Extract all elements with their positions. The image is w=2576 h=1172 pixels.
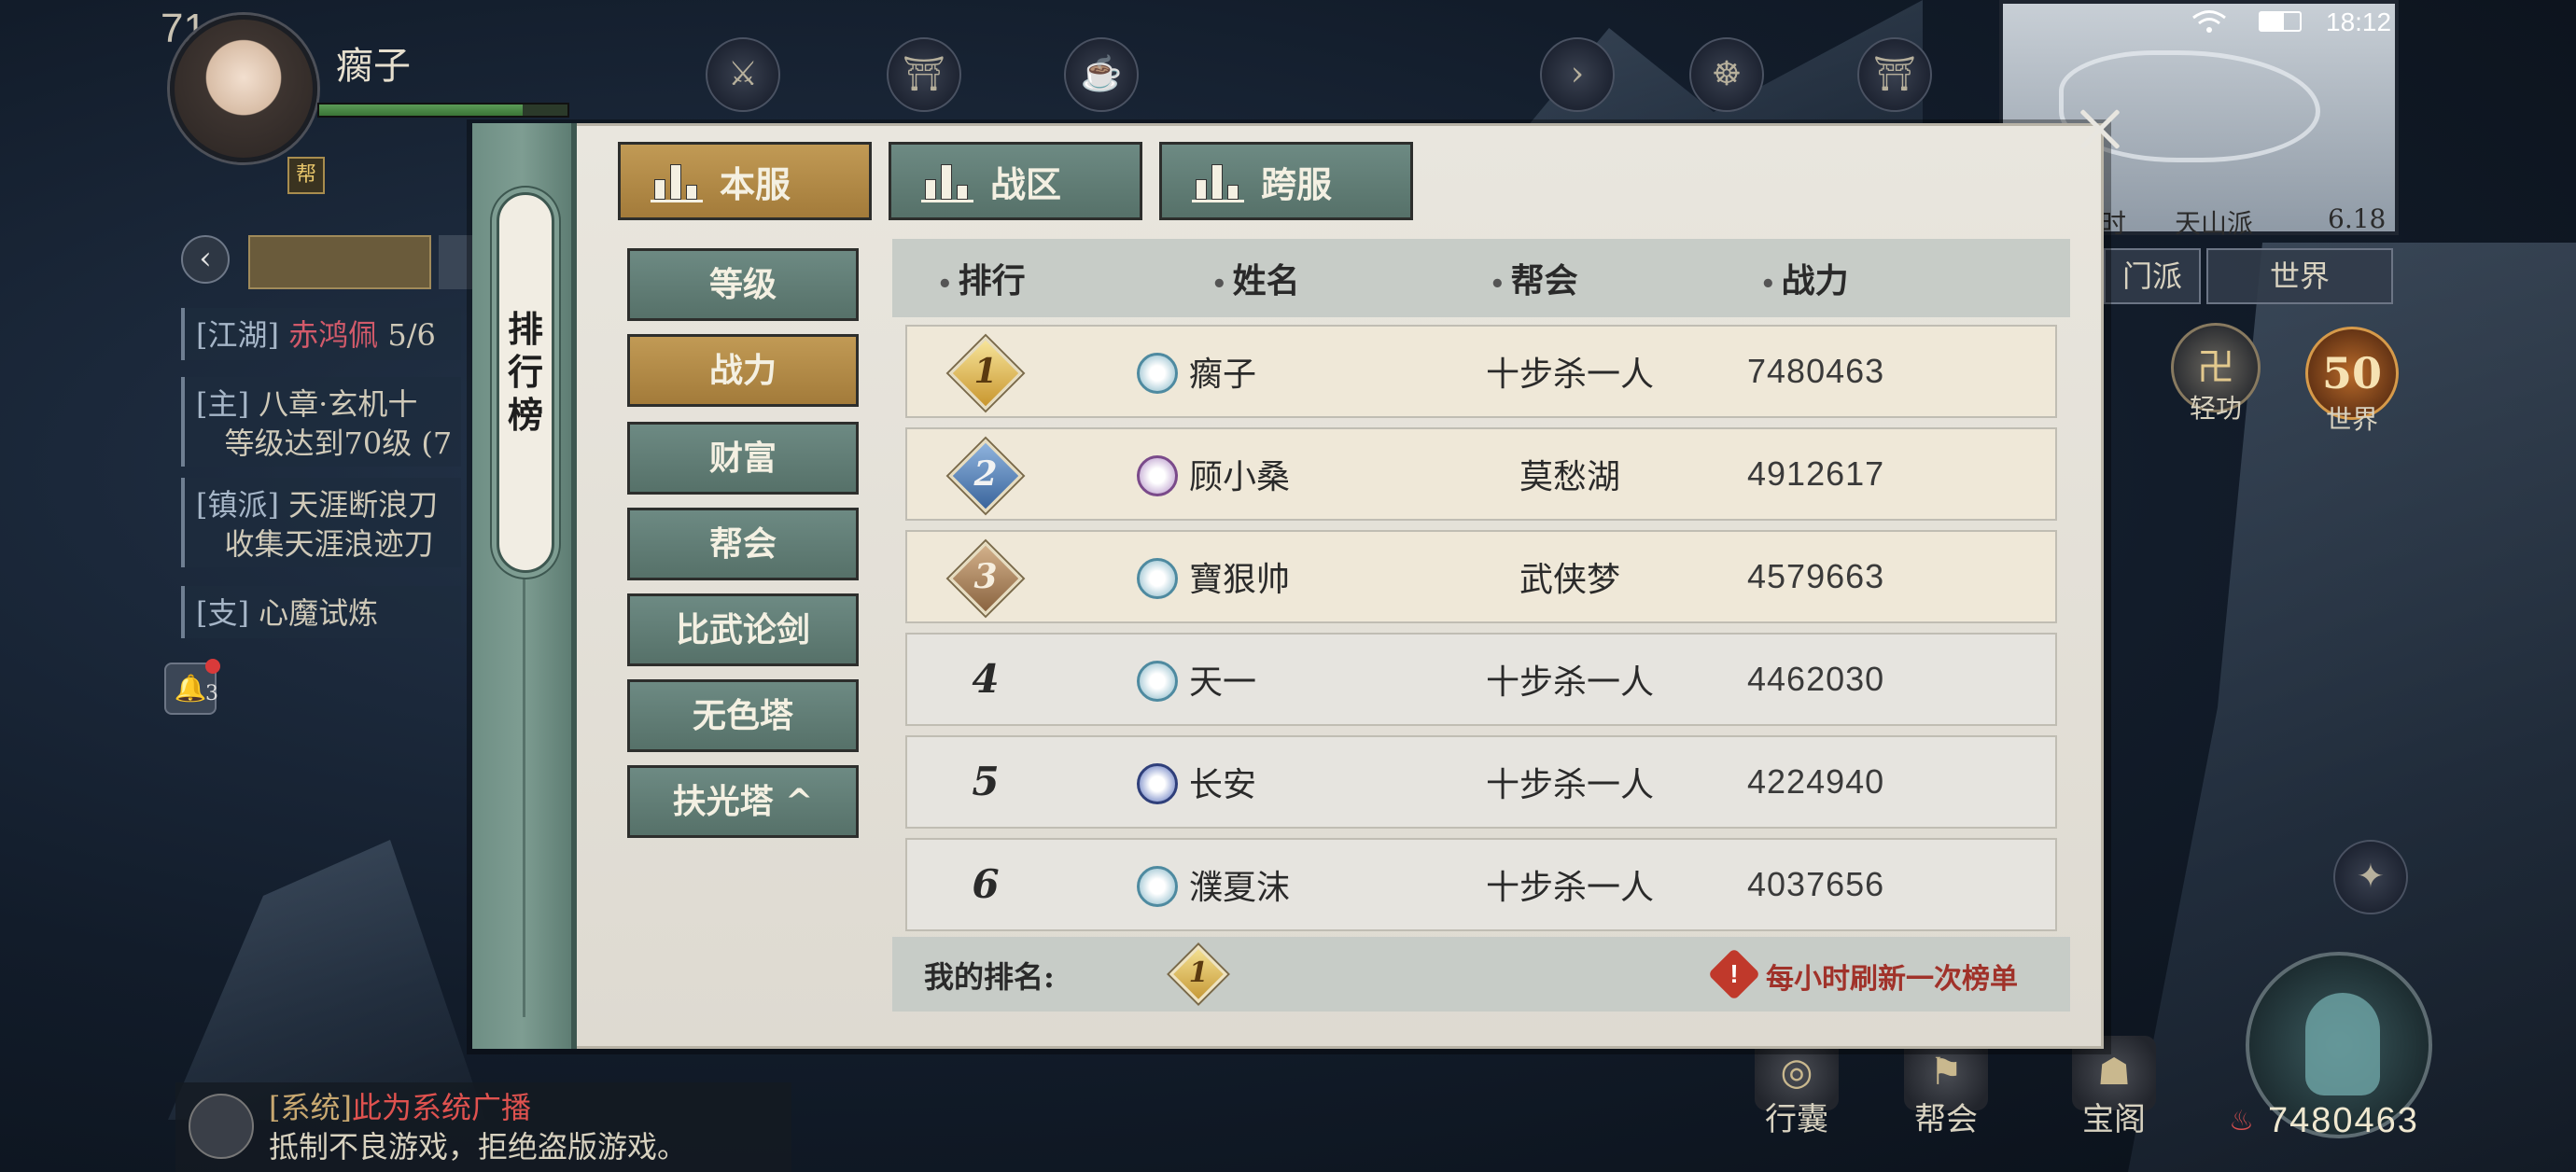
category-martial-contest[interactable]: 比武论剑 (627, 593, 859, 666)
collapse-quest-button[interactable]: ‹ (181, 235, 230, 284)
map-location: 天山派 (2175, 208, 2254, 239)
combat-power: 4579663 (1747, 557, 1885, 595)
rank-number: 4 (972, 656, 1000, 702)
player-name: 瘸子 (1189, 356, 1257, 394)
combat-power: 7480463 (1747, 352, 1885, 390)
world-label: 世界 (2325, 404, 2378, 435)
column-name: 姓名 (1211, 254, 1300, 302)
close-button[interactable] (2066, 97, 2132, 162)
column-rank: 排行 (937, 254, 1026, 302)
tea-icon[interactable]: ☕ (1064, 37, 1139, 112)
tab-cross-server[interactable]: 跨服 (1159, 142, 1413, 220)
player-name: 濮夏沫 (1189, 869, 1291, 907)
flame-icon: ♨ (2229, 1105, 2254, 1137)
combat-power-display: 7480463 (2268, 1101, 2419, 1140)
table-row[interactable]: 1 瘸子 十步杀一人 7480463 (905, 325, 2057, 418)
background-rock (168, 840, 485, 1120)
system-broadcast[interactable]: [系统]此为系统广播 抵制不良游戏，拒绝盗版游戏。 (175, 1082, 791, 1172)
quest-item-side[interactable]: [支] 心魔试炼 (181, 586, 461, 638)
player-name: 天一 (1189, 663, 1257, 702)
player-name: 瘸子 (336, 45, 411, 88)
ranking-bars-icon (651, 162, 703, 202)
battery-icon (2259, 11, 2302, 32)
clock: 18:12 (2326, 7, 2392, 36)
notification-bell-icon[interactable]: 🔔 3 (164, 659, 220, 715)
table-row[interactable]: 2 顾小桑 莫愁湖 4912617 (905, 427, 2057, 521)
arrow-right-icon[interactable]: › (1540, 37, 1615, 112)
hat-icon[interactable]: ⛩ (887, 37, 961, 112)
spine-divider (523, 579, 525, 1017)
table-row[interactable]: 3 寶狠帅 武侠梦 4579663 (905, 530, 2057, 623)
rank-number: 6 (972, 861, 1000, 907)
table-row[interactable]: 4 天一 十步杀一人 4462030 (905, 633, 2057, 726)
rank-number: 5 (972, 759, 1000, 804)
avatar[interactable] (170, 15, 317, 162)
category-fuguang-tower[interactable]: 扶光塔 ^ (627, 765, 859, 838)
taiji-sect-icon (1137, 763, 1178, 804)
shuriken-icon[interactable]: ✦ (2333, 840, 2408, 914)
lotus-sect-icon (1137, 353, 1178, 394)
lotus-sect-icon (1137, 661, 1178, 702)
bag-label: 行囊 (1765, 1101, 1828, 1138)
quest-item-jianghu[interactable]: [江湖] 赤鸿佩 5/6 (181, 308, 461, 360)
guild-name: 莫愁湖 (1519, 458, 1620, 496)
crossed-swords-icon[interactable]: ⚔ (706, 37, 780, 112)
rank-number: 3 (973, 557, 998, 596)
channel-sect-button[interactable]: 门派 (2104, 248, 2201, 304)
category-wealth[interactable]: 财富 (627, 422, 859, 495)
rank-number: 1 (973, 352, 998, 391)
rank-number: 2 (973, 454, 998, 494)
my-rank-value: 1 (1188, 956, 1209, 989)
guild-name: 武侠梦 (1519, 561, 1620, 599)
player-name: 寶狠帅 (1189, 561, 1291, 599)
quest-item-main[interactable]: [主] 八章·玄机十 等级达到70级 (7 (181, 377, 461, 467)
tab-local-server[interactable]: 本服 (618, 142, 872, 220)
purple-sect-icon (1137, 455, 1178, 496)
combat-power: 4912617 (1747, 454, 1885, 493)
panel-title: 排行榜 (507, 308, 543, 436)
guild-label: 帮会 (1914, 1101, 1978, 1138)
channel-world-button[interactable]: 世界 (2206, 248, 2393, 304)
combat-power: 4037656 (1747, 865, 1885, 903)
hp-bar (317, 103, 569, 118)
table-header (892, 239, 2070, 317)
category-guild[interactable]: 帮会 (627, 508, 859, 580)
quest-item-zhenpai[interactable]: [镇派] 天涯断浪刀 收集天涯浪迹刀 (181, 478, 461, 567)
lotus-sect-icon (1137, 558, 1178, 599)
column-power: 战力 (1760, 254, 1849, 302)
player-name: 顾小桑 (1189, 458, 1291, 496)
tab-war-zone[interactable]: 战区 (889, 142, 1142, 220)
combat-power: 4462030 (1747, 660, 1885, 698)
system-avatar-icon (189, 1094, 254, 1159)
refresh-note: 每小时刷新一次榜单 (1766, 963, 2018, 996)
guild-name: 十步杀一人 (1485, 663, 1654, 702)
guild-name: 十步杀一人 (1485, 869, 1654, 907)
monk-icon[interactable]: ☸ (1689, 37, 1764, 112)
guild-badge[interactable]: 帮 (287, 157, 325, 194)
quest-tab[interactable] (248, 235, 431, 289)
ranking-bars-icon (1192, 162, 1244, 202)
lotus-sect-icon (1137, 866, 1178, 907)
column-guild: 帮会 (1490, 254, 1578, 302)
ranking-bars-icon (921, 162, 973, 202)
guild-name: 十步杀一人 (1485, 356, 1654, 394)
wifi-icon (2192, 10, 2226, 33)
category-level[interactable]: 等级 (627, 248, 859, 321)
qinggong-label: 轻功 (2189, 393, 2242, 424)
guild-name: 十步杀一人 (1485, 766, 1654, 804)
gate-icon[interactable]: ⛩ (1857, 37, 1932, 112)
alert-icon-mark: ! (1729, 959, 1739, 988)
category-combat-power[interactable]: 战力 (627, 334, 859, 407)
table-row[interactable]: 5 长安 十步杀一人 4224940 (905, 735, 2057, 829)
my-rank-label: 我的排名: (924, 959, 1055, 995)
combat-power: 4224940 (1747, 762, 1885, 801)
map-coords: 6.18 (2328, 203, 2387, 234)
player-name: 长安 (1189, 766, 1257, 804)
table-row[interactable]: 6 濮夏沫 十步杀一人 4037656 (905, 838, 2057, 931)
category-wuse-tower[interactable]: 无色塔 (627, 679, 859, 752)
treasure-label: 宝阁 (2082, 1101, 2146, 1138)
